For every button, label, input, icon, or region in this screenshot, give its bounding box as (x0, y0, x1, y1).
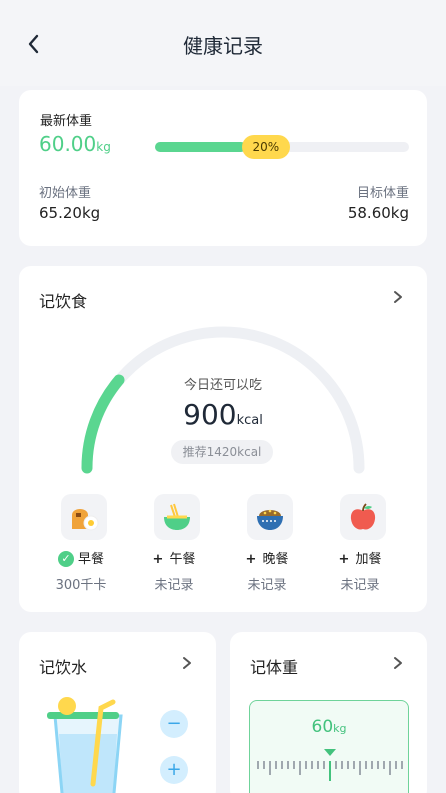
ruler-ticks (257, 749, 403, 781)
rice-bowl-icon (247, 494, 293, 540)
water-glass-icon (47, 697, 123, 793)
diet-title: 记饮食 (39, 292, 88, 311)
weight-progress-badge: 20% (241, 135, 290, 159)
meal-dinner[interactable]: + 晚餐 未记录 (227, 492, 307, 602)
page-title: 健康记录 (183, 34, 263, 58)
weight-progress-bar: 20% (155, 135, 409, 159)
latest-weight-label: 最新体重 (40, 114, 93, 129)
chevron-right-icon[interactable] (391, 654, 405, 672)
plus-icon: + (152, 552, 164, 567)
meal-status: 未记录 (340, 578, 380, 593)
remaining-calories-label: 今日还可以吃 (183, 378, 262, 393)
top-bar: 健康记录 (0, 0, 446, 86)
water-title: 记饮水 (39, 658, 88, 677)
plus-icon: + (245, 552, 257, 567)
increase-water-button[interactable]: + (160, 756, 188, 784)
meal-status: 未记录 (154, 578, 194, 593)
decrease-water-button[interactable]: − (160, 710, 188, 738)
record-weight-card: 记体重 60kg (230, 632, 427, 793)
initial-weight-value: 65.20kg (39, 204, 101, 222)
meal-breakfast[interactable]: ✓ 早餐 300千卡 (41, 492, 121, 602)
meal-snack[interactable]: + 加餐 未记录 (320, 492, 400, 602)
remaining-calories-value: 900kcal (183, 398, 263, 431)
meal-label: 晚餐 (262, 552, 289, 567)
weight-progress-fill (155, 142, 246, 152)
diet-card: 记饮食 今日还可以吃 900kcal 推荐1420kcal ✓早餐 300千卡 (19, 266, 427, 612)
check-icon: ✓ (57, 551, 74, 567)
ruler-value: 60kg (311, 717, 347, 737)
record-weight-title: 记体重 (250, 658, 299, 677)
plus-icon: + (338, 552, 350, 567)
meal-label: 早餐 (77, 552, 104, 567)
apple-icon (340, 494, 386, 540)
initial-weight-label: 初始体重 (39, 186, 92, 201)
meal-status: 300千卡 (55, 578, 107, 593)
meal-label: 午餐 (169, 552, 196, 567)
meal-label: 加餐 (355, 552, 382, 567)
target-weight-value: 58.60kg (347, 204, 409, 222)
meal-lunch[interactable]: + 午餐 未记录 (134, 492, 214, 602)
weight-summary-card: 最新体重 60.00kg 20% 初始体重 65.20kg 目标体重 58.60… (19, 90, 427, 246)
chevron-right-icon[interactable] (180, 654, 194, 672)
chevron-right-icon[interactable] (391, 288, 405, 306)
water-card: 记饮水 − + (19, 632, 216, 793)
recommended-calories-badge: 推荐1420kcal (171, 440, 273, 464)
toast-icon (61, 494, 107, 540)
meal-status: 未记录 (247, 578, 287, 593)
latest-weight-value: 60.00kg (39, 132, 111, 156)
weight-ruler[interactable]: 60kg (249, 700, 409, 793)
target-weight-label: 目标体重 (356, 186, 409, 201)
noodle-bowl-icon (154, 494, 200, 540)
